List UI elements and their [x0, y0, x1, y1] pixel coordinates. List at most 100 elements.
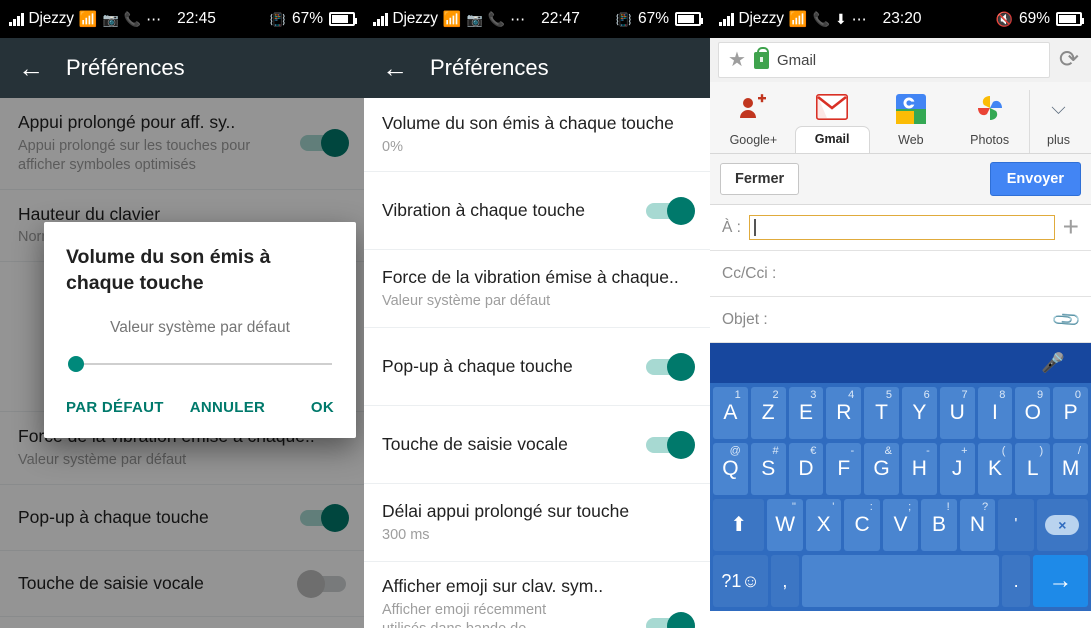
- bookmark-star-icon[interactable]: ★: [728, 50, 746, 70]
- key-o[interactable]: 9O: [1015, 387, 1051, 439]
- key-m[interactable]: / M: [1053, 443, 1088, 495]
- subject-field-row[interactable]: Objet : 📎: [710, 297, 1091, 343]
- settings-row[interactable]: Pop-up à chaque touche: [364, 328, 710, 406]
- subject-label: Objet :: [722, 310, 768, 328]
- key-i[interactable]: 8I: [977, 387, 1013, 439]
- row-subtitle: Valeur système par défaut: [382, 292, 551, 309]
- key-z[interactable]: 2Z: [750, 387, 786, 439]
- toggle-switch[interactable]: [646, 352, 695, 381]
- key-y[interactable]: 6Y: [901, 387, 937, 439]
- key-r[interactable]: 4R: [826, 387, 862, 439]
- key-c[interactable]: :C: [844, 499, 880, 551]
- to-field-row[interactable]: À : +: [710, 205, 1091, 251]
- key-k[interactable]: (K: [977, 443, 1013, 495]
- page-title: Préférences: [66, 55, 185, 80]
- close-button[interactable]: Fermer: [720, 163, 800, 195]
- back-icon[interactable]: ←: [18, 55, 44, 81]
- status-bar-clock: 23:20: [882, 10, 922, 27]
- tab-more[interactable]: ⌵ plus: [1029, 90, 1087, 153]
- key-sup: /: [1077, 445, 1081, 457]
- toggle-switch[interactable]: [646, 612, 695, 628]
- key-n[interactable]: ? N: [959, 499, 996, 551]
- settings-row[interactable]: Volume du son émis à chaque touche 0%: [364, 98, 710, 172]
- key-label: .: [1013, 570, 1019, 591]
- volume-slider[interactable]: [68, 353, 332, 375]
- signal-icon: [9, 12, 24, 26]
- cc-field-row[interactable]: Cc/Cci :: [710, 251, 1091, 297]
- settings-row[interactable]: Touche de saisie vocale: [364, 406, 710, 484]
- key-e[interactable]: 3E: [788, 387, 824, 439]
- shift-key[interactable]: ⬆: [713, 499, 765, 551]
- row-texts: Pop-up à chaque touche: [382, 356, 646, 378]
- attachment-icon[interactable]: 📎: [1050, 303, 1084, 337]
- key-h[interactable]: -H: [901, 443, 937, 495]
- backspace-key[interactable]: ×: [1036, 499, 1088, 551]
- key-w[interactable]: " W: [767, 499, 803, 551]
- key-u[interactable]: 7U: [939, 387, 975, 439]
- cancel-button[interactable]: ANNULER: [190, 399, 265, 416]
- signal-icon: [719, 12, 734, 26]
- key-label: Z: [761, 401, 775, 424]
- key-v[interactable]: ; V: [882, 499, 919, 551]
- settings-row[interactable]: Délai appui prolongé sur touche 300 ms: [364, 484, 710, 562]
- key-f[interactable]: -F: [826, 443, 862, 495]
- backspace-icon: ×: [1045, 515, 1080, 535]
- microphone-icon[interactable]: 🎤: [1041, 351, 1065, 375]
- back-icon[interactable]: ←: [382, 55, 408, 81]
- key-l[interactable]: ) L: [1015, 443, 1051, 495]
- key-t[interactable]: 5T: [864, 387, 899, 439]
- url-box[interactable]: ★ Gmail: [718, 42, 1050, 78]
- key-label: V: [893, 513, 908, 536]
- key-b[interactable]: ! B: [921, 499, 957, 551]
- tab-google-plus[interactable]: Google+: [714, 90, 793, 153]
- toggle-switch[interactable]: [646, 430, 695, 459]
- key-x[interactable]: ' X: [805, 499, 842, 551]
- ok-button[interactable]: OK: [311, 399, 334, 416]
- key-d[interactable]: € D: [788, 443, 824, 495]
- key-a[interactable]: 1A: [713, 387, 748, 439]
- key-apostrophe[interactable]: ': [998, 499, 1034, 551]
- key-sup: ?: [982, 501, 989, 513]
- key-q[interactable]: @ Q: [713, 443, 748, 495]
- settings-row[interactable]: Afficher emoji sur clav. sym.. Afficher …: [364, 562, 710, 628]
- key-s[interactable]: # S: [750, 443, 786, 495]
- send-button[interactable]: Envoyer: [989, 162, 1081, 196]
- space-key[interactable]: [801, 555, 1000, 607]
- enter-key[interactable]: →: [1032, 555, 1088, 607]
- status-bar-right: 🔇 69%: [996, 10, 1084, 28]
- missed-call-icon: 📞: [487, 11, 506, 27]
- add-contact-icon[interactable]: +: [1063, 213, 1079, 241]
- google-apps-tabs: Google+ Gmail Web Photos ⌵ plus: [710, 82, 1091, 154]
- tab-photos[interactable]: Photos: [950, 90, 1029, 153]
- more-icon: ⋯: [146, 10, 162, 28]
- settings-row[interactable]: Force de la vibration émise à chaque.. V…: [364, 250, 710, 328]
- status-bar-left: Djezzy 📶 📞 ⬇ ⋯ 23:20: [719, 10, 921, 28]
- site-label: Gmail: [776, 51, 817, 69]
- slider-thumb[interactable]: [68, 355, 84, 372]
- slider-container: [66, 337, 334, 381]
- key-label: ,: [782, 570, 788, 591]
- tab-label: Photos: [970, 133, 1010, 147]
- status-bar-clock: 22:45: [177, 10, 216, 27]
- row-title: Vibration à chaque touche: [382, 199, 586, 220]
- key-p[interactable]: 0P: [1053, 387, 1088, 439]
- to-input[interactable]: [748, 215, 1055, 240]
- phone-screen-gmail-compose: Djezzy 📶 📞 ⬇ ⋯ 23:20 🔇 69% ★ Gmail ⟳ Goo…: [710, 0, 1091, 628]
- settings-row[interactable]: Vibration à chaque touche: [364, 172, 710, 250]
- period-key[interactable]: .: [1002, 555, 1030, 607]
- cc-label: Cc/Cci :: [722, 264, 777, 282]
- key-label: K: [987, 457, 1002, 480]
- key-sup: €: [810, 445, 817, 457]
- toggle-switch[interactable]: [646, 196, 695, 225]
- default-button[interactable]: PAR DÉFAUT: [66, 399, 164, 416]
- key-g[interactable]: & G: [864, 443, 899, 495]
- tab-gmail[interactable]: Gmail: [793, 88, 872, 153]
- tab-web[interactable]: Web: [872, 90, 951, 153]
- reload-icon[interactable]: ⟳: [1059, 48, 1083, 72]
- symbols-key[interactable]: ?1☺: [713, 555, 769, 607]
- comma-key[interactable]: ,: [771, 555, 799, 607]
- key-sup: ): [1039, 445, 1044, 457]
- key-j[interactable]: + J: [939, 443, 975, 495]
- google-photos-icon: [950, 90, 1029, 128]
- download-icon: ⬇: [834, 11, 847, 27]
